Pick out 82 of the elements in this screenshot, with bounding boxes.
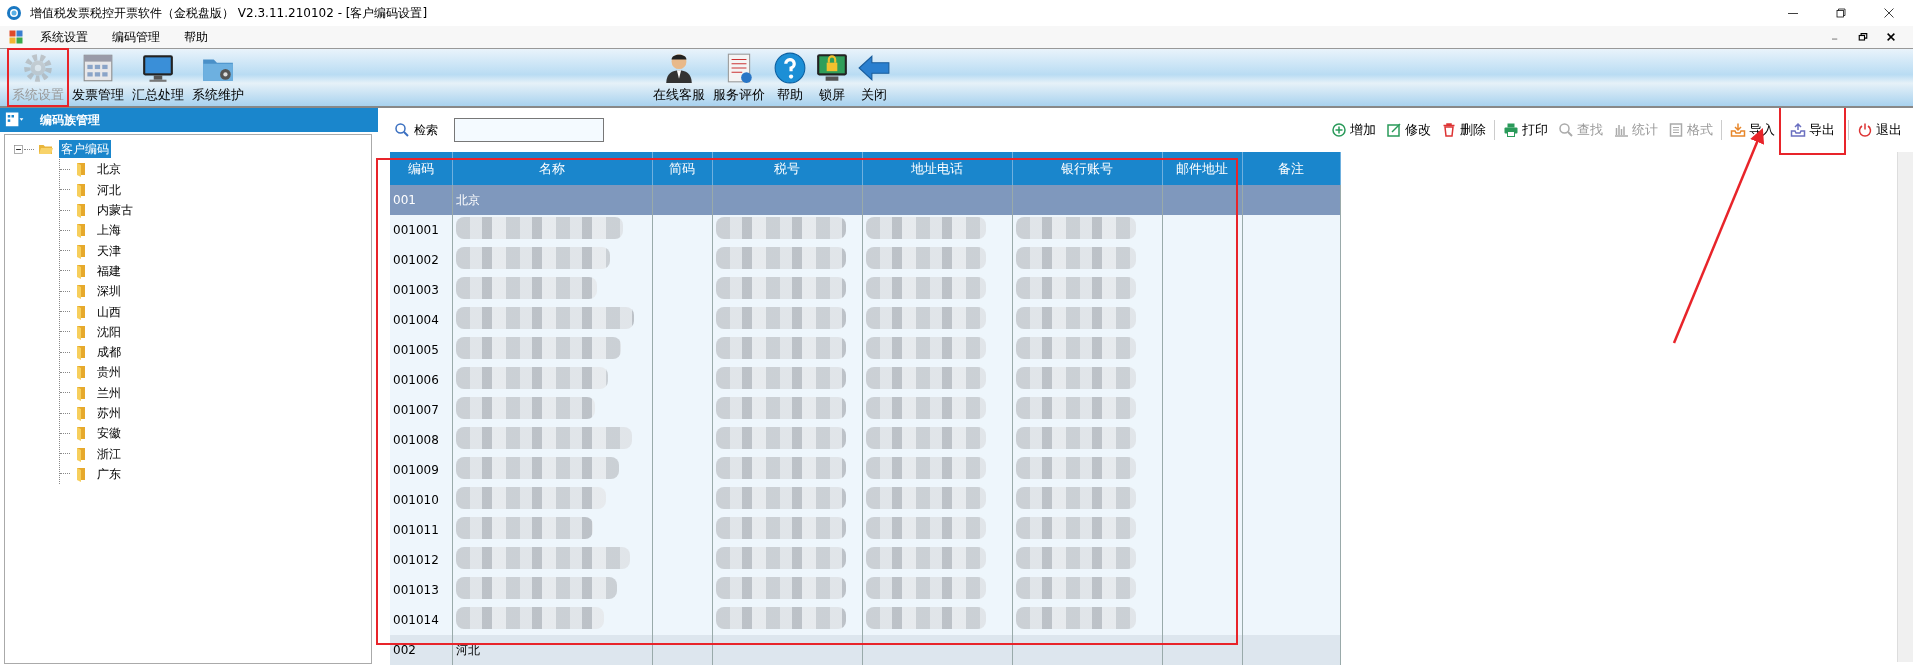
toolbar-button[interactable]: 服务评价	[709, 48, 769, 107]
toolbar-button[interactable]: 修改	[1381, 120, 1436, 140]
column-header[interactable]: 编码	[390, 152, 452, 185]
table-cell: 001003	[390, 275, 452, 305]
table-cell: 002	[390, 635, 452, 665]
export-icon	[1790, 122, 1806, 138]
document-icon	[1668, 122, 1684, 138]
toolbar-button[interactable]: 关闭	[853, 48, 895, 107]
trash-icon	[1441, 122, 1457, 138]
table-cell: 001009	[390, 455, 452, 485]
toolbar-button[interactable]: 打印	[1498, 120, 1553, 140]
app-menu-icon[interactable]	[8, 29, 24, 45]
table-cell: 001013	[390, 575, 452, 605]
table-cell: 001005	[390, 335, 452, 365]
table-cell: 001006	[390, 365, 452, 395]
table-cell: 001	[390, 185, 452, 215]
menu-item[interactable]: 编码管理	[112, 28, 160, 46]
tree-item[interactable]: 福建	[95, 261, 123, 280]
window-title: 增值税发票税控开票软件（金税盘版） V2.3.11.210102 - [客户编码设置]	[30, 5, 429, 22]
toolbar-button[interactable]: 发票管理	[68, 48, 128, 107]
tree-item[interactable]: 成都	[95, 343, 123, 362]
column-header[interactable]: 名称	[452, 152, 652, 185]
toolbar-button[interactable]: 锁屏	[811, 48, 853, 107]
search-label: 检索	[414, 122, 438, 139]
help-icon	[773, 50, 807, 85]
tree-item[interactable]: 贵州	[95, 363, 123, 382]
table-cell: 北京	[452, 185, 652, 215]
toolbar-button[interactable]: 删除	[1436, 120, 1491, 140]
restore-icon[interactable]	[1857, 31, 1869, 43]
tree-item[interactable]: 兰州	[95, 383, 123, 402]
edit-icon	[1386, 122, 1402, 138]
bar-chart-icon	[1613, 122, 1629, 138]
tree-item[interactable]: 广东	[95, 464, 123, 483]
tree-item[interactable]: 上海	[95, 221, 123, 240]
tree-toggle-icon[interactable]	[13, 143, 24, 155]
add-icon	[1331, 122, 1347, 138]
table-cell: 001001	[390, 215, 452, 245]
tree-item[interactable]: 北京	[95, 160, 123, 179]
toolbar-button[interactable]: 增加	[1326, 120, 1381, 140]
column-header[interactable]: 备注	[1242, 152, 1340, 185]
column-header[interactable]: 地址电话	[862, 152, 1012, 185]
tree-item[interactable]: 沈阳	[95, 322, 123, 341]
app-logo-icon	[6, 5, 22, 21]
toolbar-button[interactable]: 退出	[1852, 120, 1907, 140]
restore-icon[interactable]	[1833, 5, 1849, 21]
tree-item[interactable]: 山西	[95, 302, 123, 321]
tree-item[interactable]: 内蒙古	[95, 201, 135, 220]
search-icon	[1558, 122, 1574, 138]
tree-item[interactable]: 浙江	[95, 444, 123, 463]
menu-item[interactable]: 系统设置	[40, 28, 88, 46]
printer-icon	[1503, 122, 1519, 138]
scrollbar[interactable]	[1897, 152, 1913, 662]
tree-item[interactable]: 客户编码	[59, 140, 111, 159]
power-icon	[1857, 122, 1873, 138]
tree-item[interactable]: 苏州	[95, 404, 123, 422]
column-header[interactable]: 银行账号	[1012, 152, 1162, 185]
column-header[interactable]: 税号	[712, 152, 862, 185]
tree-item[interactable]: 深圳	[95, 282, 123, 301]
toolbar-button[interactable]: 汇总处理	[128, 48, 188, 107]
panel-title: 编码族管理	[40, 112, 100, 129]
tree-item[interactable]: 安徽	[95, 424, 123, 443]
toolbar-button[interactable]: 系统维护	[188, 48, 248, 107]
tree-item[interactable]: 天津	[95, 241, 123, 260]
table-cell: 001014	[390, 605, 452, 635]
table-cell: 001010	[390, 485, 452, 515]
import-icon	[1730, 122, 1746, 138]
column-header[interactable]: 邮件地址	[1162, 152, 1242, 185]
table-cell: 001012	[390, 545, 452, 575]
table-cell: 001008	[390, 425, 452, 455]
menu-item[interactable]: 帮助	[184, 28, 208, 46]
table-cell: 001011	[390, 515, 452, 545]
tree-item[interactable]: 河北	[95, 180, 123, 199]
toolbar-button[interactable]: 在线客服	[649, 48, 709, 107]
table-cell: 001002	[390, 245, 452, 275]
search-field[interactable]	[454, 118, 604, 142]
table-cell: 001004	[390, 305, 452, 335]
column-header[interactable]: 简码	[652, 152, 712, 185]
close-icon[interactable]	[1885, 31, 1897, 43]
toolbar-button[interactable]: 导出	[1780, 108, 1845, 154]
toolbar-button[interactable]: 帮助	[769, 48, 811, 107]
search-icon	[394, 122, 410, 138]
table-cell: 001007	[390, 395, 452, 425]
